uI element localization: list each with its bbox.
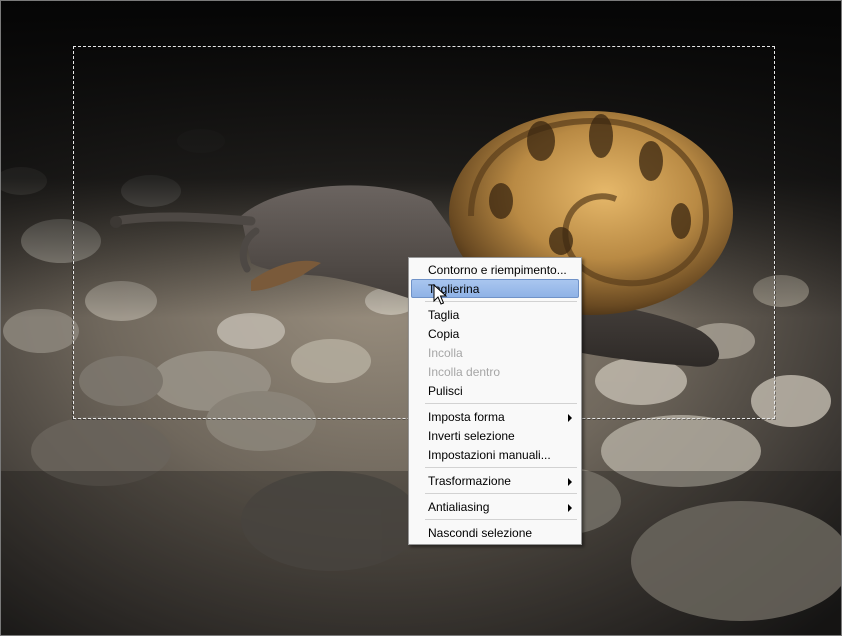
menu-item-label: Pulisci: [428, 384, 463, 398]
submenu-arrow-icon: [568, 504, 572, 512]
menu-item-label: Contorno e riempimento...: [428, 263, 567, 277]
menu-item-imposta-forma[interactable]: Imposta forma: [411, 407, 579, 426]
menu-item-label: Copia: [428, 327, 460, 341]
menu-separator: [425, 519, 577, 520]
menu-item-incolla: Incolla: [411, 343, 579, 362]
menu-separator: [425, 403, 577, 404]
menu-separator: [425, 301, 577, 302]
image-canvas[interactable]: Contorno e riempimento... Taglierina Tagli…: [0, 0, 842, 636]
submenu-arrow-icon: [568, 414, 572, 422]
menu-item-label: Trasformazione: [428, 474, 511, 488]
menu-item-antialiasing[interactable]: Antialiasing: [411, 497, 579, 516]
menu-item-nascondi-selezione[interactable]: Nascondi selezione: [411, 523, 579, 542]
menu-item-label: Taglia: [428, 308, 460, 322]
menu-item-taglia[interactable]: Taglia: [411, 305, 579, 324]
menu-item-label: Inverti selezione: [428, 429, 515, 443]
menu-item-label: Incolla dentro: [428, 365, 501, 379]
menu-item-label: Imposta forma: [428, 410, 505, 424]
menu-item-label: Impostazioni manuali...: [428, 448, 551, 462]
menu-item-incolla-dentro: Incolla dentro: [411, 362, 579, 381]
menu-item-copia[interactable]: Copia: [411, 324, 579, 343]
menu-item-pulisci[interactable]: Pulisci: [411, 381, 579, 400]
menu-item-taglierina[interactable]: Taglierina: [411, 279, 579, 298]
menu-item-contorno-e-riempimento[interactable]: Contorno e riempimento...: [411, 260, 579, 279]
menu-item-label: Nascondi selezione: [428, 526, 533, 540]
menu-item-impostazioni-manuali[interactable]: Impostazioni manuali...: [411, 445, 579, 464]
menu-item-trasformazione[interactable]: Trasformazione: [411, 471, 579, 490]
menu-item-label: Incolla: [428, 346, 463, 360]
menu-separator: [425, 493, 577, 494]
menu-separator: [425, 467, 577, 468]
menu-item-label: Antialiasing: [428, 500, 490, 514]
submenu-arrow-icon: [568, 478, 572, 486]
menu-item-inverti-selezione[interactable]: Inverti selezione: [411, 426, 579, 445]
context-menu: Contorno e riempimento... Taglierina Tagli…: [408, 257, 582, 545]
menu-item-label: Taglierina: [428, 282, 480, 296]
